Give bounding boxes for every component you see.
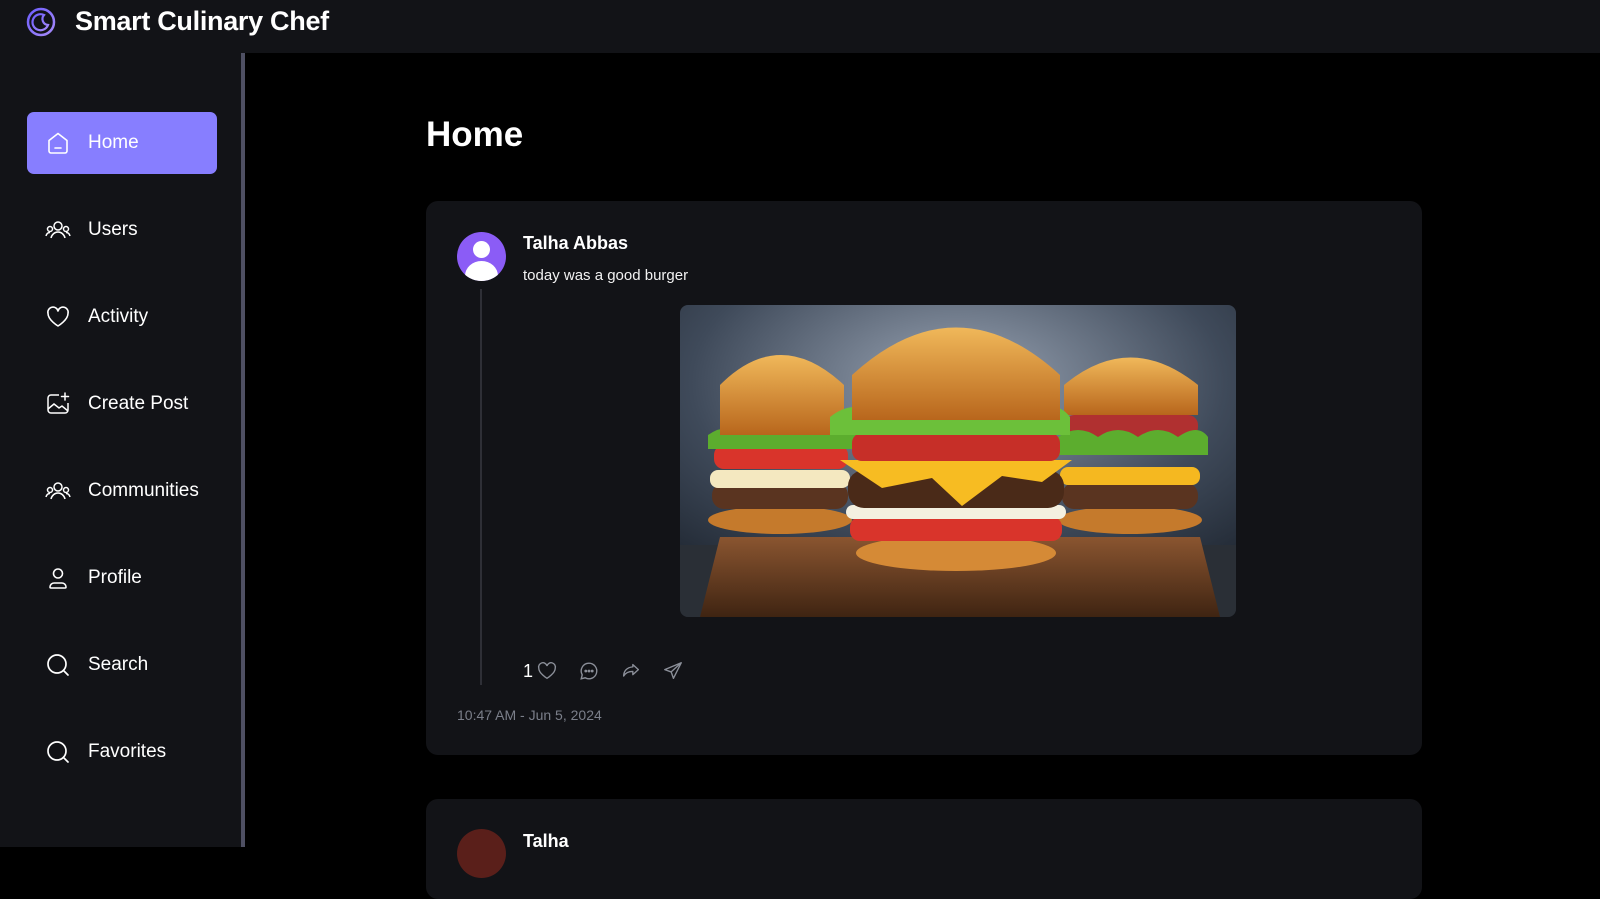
post-text: today was a good burger	[523, 267, 689, 284]
communities-icon	[44, 477, 72, 505]
sidebar-item-activity[interactable]: Activity	[27, 286, 217, 348]
sidebar-item-search[interactable]: Search	[27, 634, 217, 696]
post-actions: 1	[523, 658, 703, 684]
sidebar-item-favorites[interactable]: Favorites	[27, 721, 217, 783]
image-plus-icon	[44, 390, 72, 418]
repost-icon[interactable]	[619, 659, 643, 683]
share-icon[interactable]	[661, 659, 685, 683]
user-icon	[44, 564, 72, 592]
app-title: Smart Culinary Chef	[75, 6, 329, 36]
sidebar-item-label: Communities	[88, 480, 199, 501]
sidebar-item-label: Favorites	[88, 741, 167, 762]
sidebar-item-create-post[interactable]: Create Post	[27, 373, 217, 435]
sidebar-item-label: Users	[88, 219, 138, 240]
sidebar-item-label: Profile	[88, 567, 142, 588]
like-count: 1	[523, 660, 534, 681]
sidebar: Home Users Activity Create Post Communit…	[0, 53, 245, 847]
post-timestamp: 10:47 AM - Jun 5, 2024	[457, 707, 602, 723]
home-icon	[44, 129, 72, 157]
search-icon	[44, 651, 72, 679]
post-card: Talha Abbas today was a good burger 1 10…	[426, 201, 1422, 755]
avatar[interactable]	[457, 232, 506, 281]
sidebar-item-label: Search	[88, 654, 149, 675]
page-title: Home	[426, 115, 524, 154]
post-author[interactable]: Talha Abbas	[523, 233, 628, 254]
comment-icon[interactable]	[577, 659, 601, 683]
sidebar-item-label: Home	[88, 132, 139, 153]
users-icon	[44, 216, 72, 244]
heart-icon[interactable]	[535, 659, 559, 683]
heart-icon	[44, 303, 72, 331]
search-icon	[44, 738, 72, 766]
sidebar-item-communities[interactable]: Communities	[27, 460, 217, 522]
sidebar-item-users[interactable]: Users	[27, 199, 217, 261]
sidebar-scrollbar[interactable]	[241, 53, 245, 847]
avatar[interactable]	[457, 829, 506, 878]
post-card: Talha	[426, 799, 1422, 899]
burger-photo	[680, 305, 1236, 617]
crescent-logo-icon[interactable]	[25, 6, 57, 38]
sidebar-item-label: Activity	[88, 306, 149, 327]
sidebar-item-profile[interactable]: Profile	[27, 547, 217, 609]
sidebar-item-label: Create Post	[88, 393, 189, 414]
top-bar: Smart Culinary Chef	[0, 0, 1600, 53]
thread-line	[480, 289, 482, 685]
post-author[interactable]: Talha	[523, 831, 569, 852]
sidebar-item-home[interactable]: Home	[27, 112, 217, 174]
